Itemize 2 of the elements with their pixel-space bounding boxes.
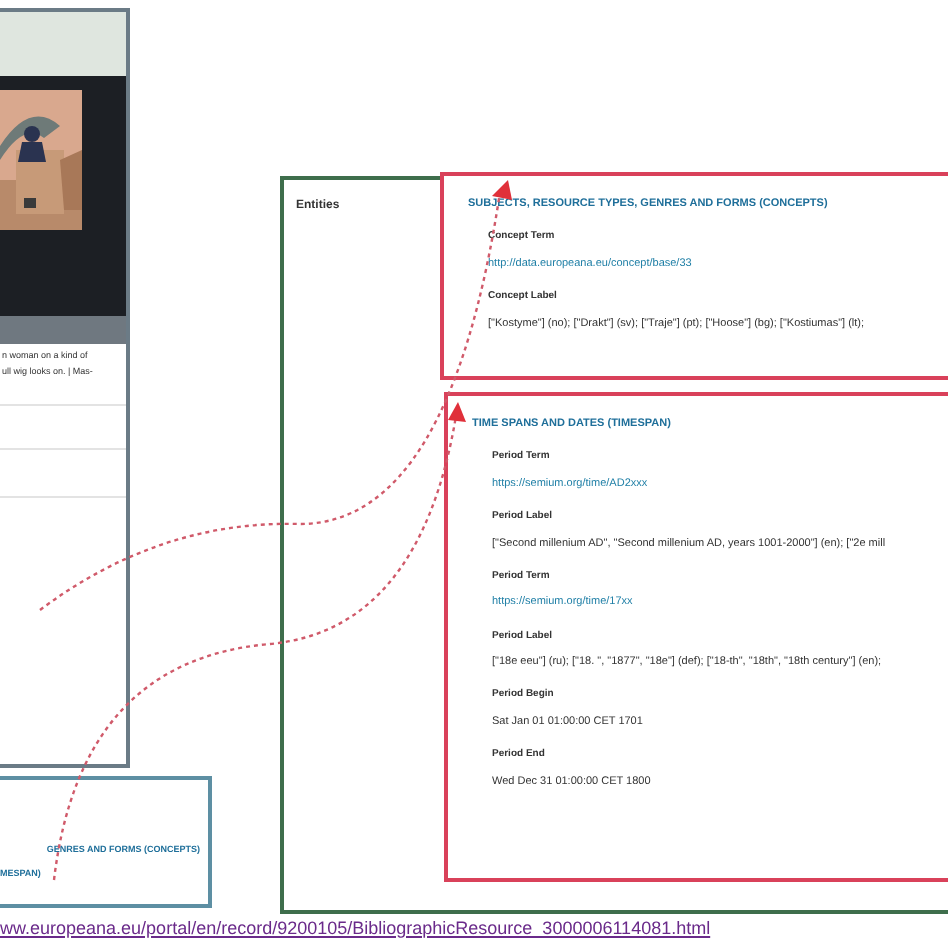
page-header bbox=[0, 12, 126, 76]
source-link[interactable]: ww.europeana.eu/portal/en/record/9200105/BibliographicResource_3000006114081.html bbox=[0, 916, 711, 943]
